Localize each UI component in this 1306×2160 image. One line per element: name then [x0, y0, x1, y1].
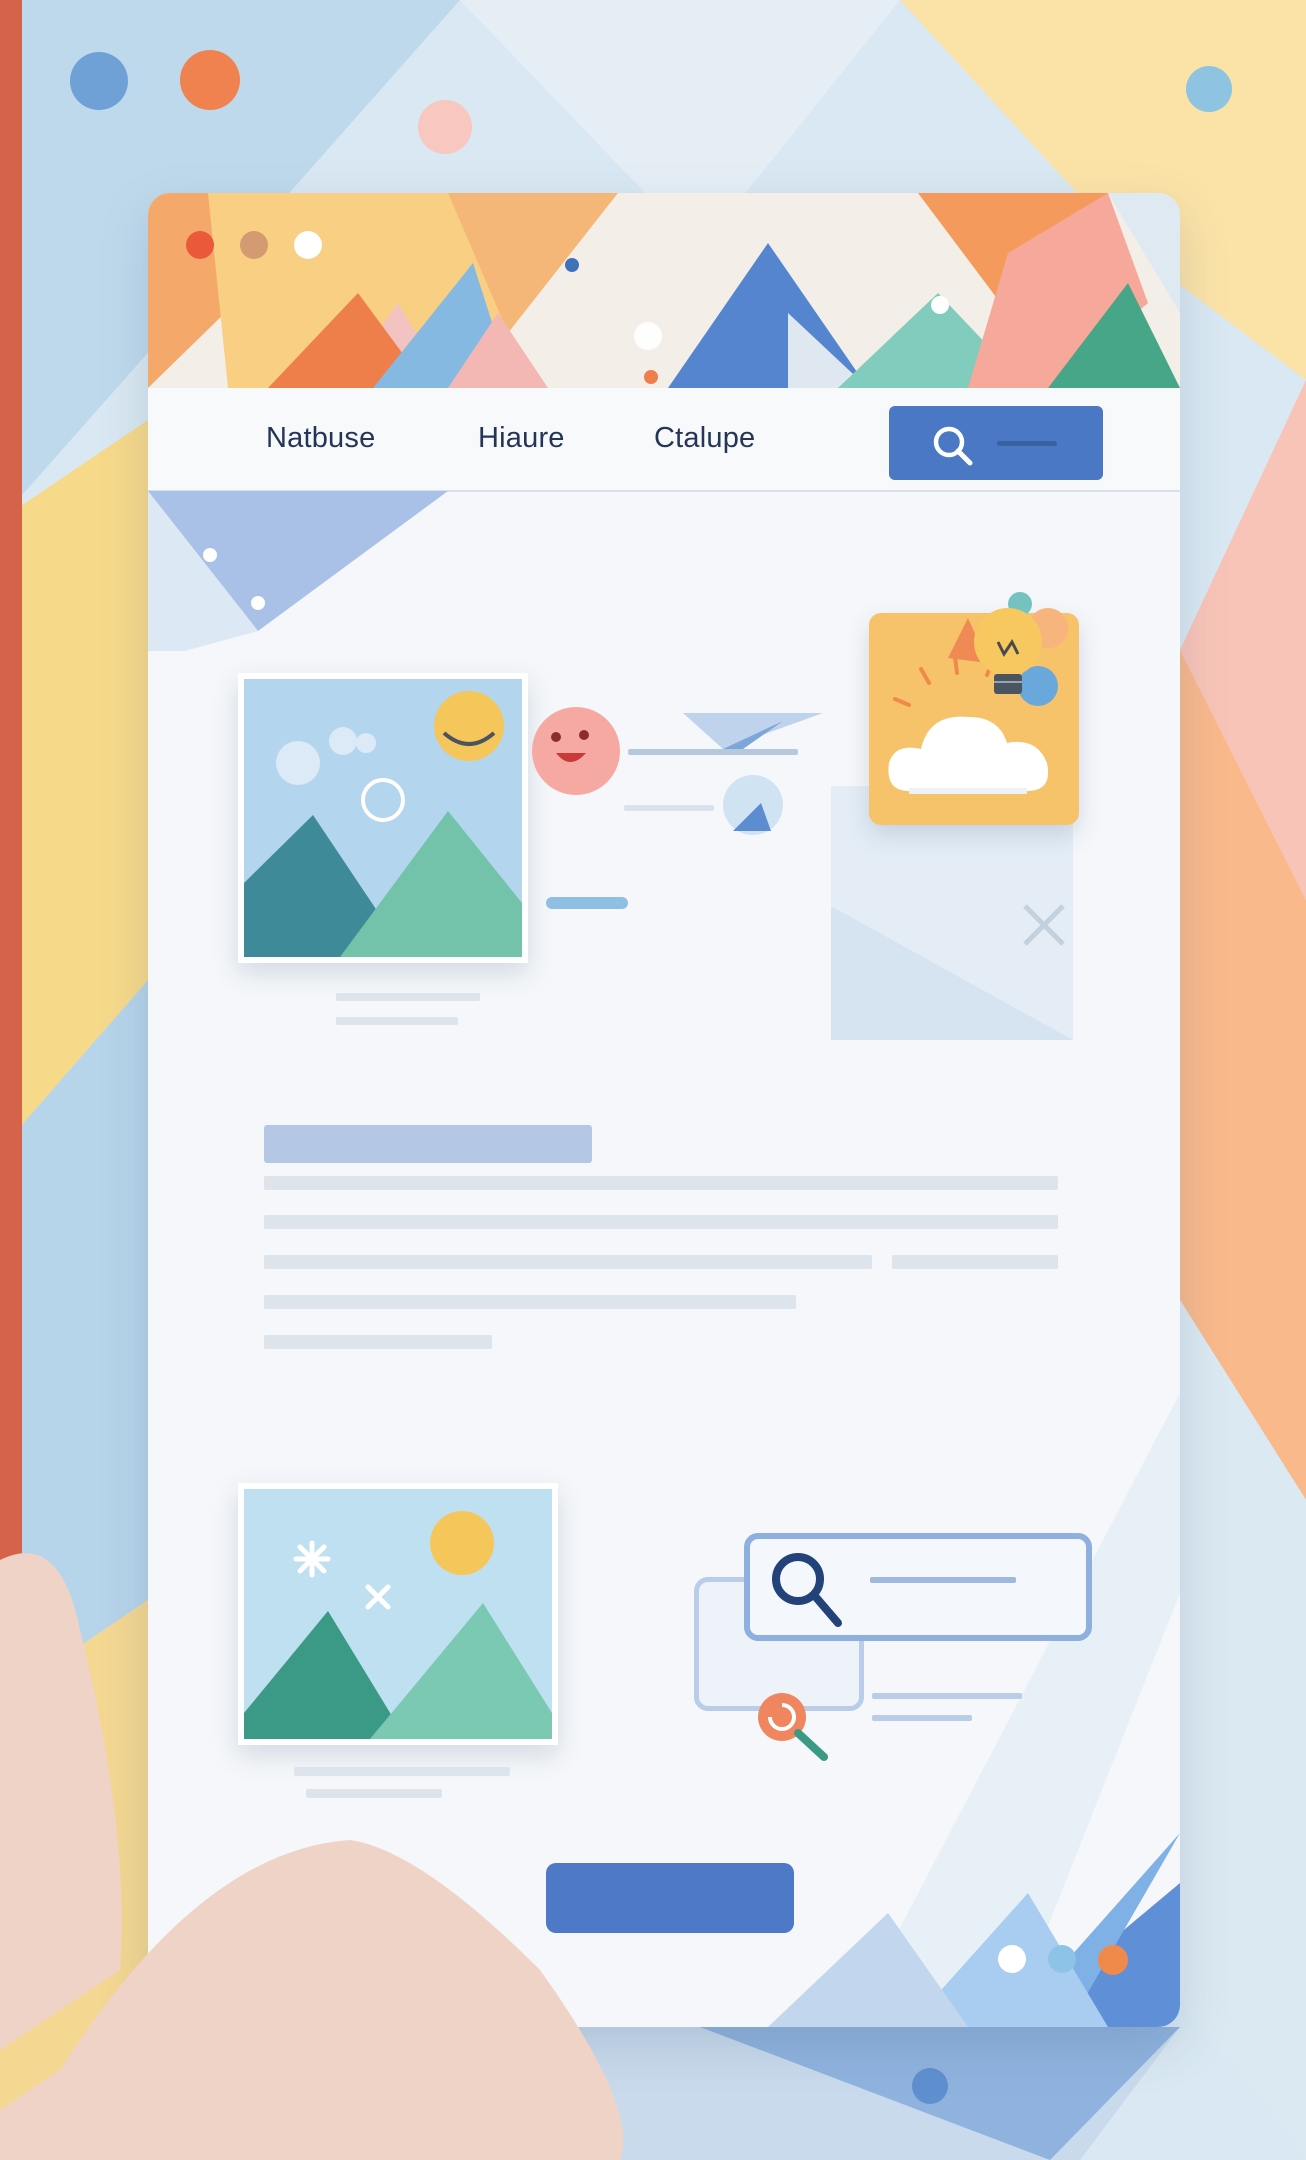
- left-accent-strip: [0, 0, 22, 1560]
- text-line: [264, 1295, 796, 1309]
- pagination-dot[interactable]: [998, 1945, 1026, 1973]
- header-banner: [148, 193, 1180, 388]
- window-maximize-dot[interactable]: [294, 231, 322, 259]
- window-minimize-dot[interactable]: [240, 231, 268, 259]
- hero-image-card[interactable]: [238, 673, 528, 963]
- image-icon: [244, 679, 522, 957]
- pagination-dot[interactable]: [1048, 1945, 1076, 1973]
- text-line: [264, 1176, 1058, 1190]
- decor-dot: [912, 2068, 948, 2104]
- text-line: [264, 1335, 492, 1349]
- smiley-icon: [532, 707, 620, 795]
- hero-corner-shape: [148, 491, 448, 651]
- nav-link-ctalupe[interactable]: Ctalupe: [654, 422, 755, 455]
- caption-line: [336, 993, 480, 1001]
- result-line: [872, 1715, 972, 1721]
- lightbulb-icon: [948, 592, 1068, 706]
- decor-dot: [1186, 66, 1232, 112]
- text-line: [264, 1215, 1058, 1229]
- search-button[interactable]: [889, 406, 1103, 480]
- link-bar[interactable]: [546, 897, 628, 909]
- foreground-blob: [0, 1553, 624, 2160]
- decor-dot: [180, 50, 240, 110]
- decor-dot: [418, 100, 472, 154]
- pagination-dot-active[interactable]: [1098, 1945, 1128, 1975]
- text-line: [264, 1255, 872, 1269]
- magnifier-refresh-icon: [758, 1693, 828, 1761]
- paper-plane-icon: [683, 713, 823, 835]
- nav-link-hiaure[interactable]: Hiaure: [478, 422, 565, 455]
- decor-dot: [70, 52, 128, 110]
- result-line: [872, 1693, 1022, 1699]
- window-close-dot[interactable]: [186, 231, 214, 259]
- caption-line: [336, 1017, 458, 1025]
- search-query-line: [870, 1577, 1016, 1583]
- search-icon: [933, 426, 973, 466]
- search-card[interactable]: [744, 1533, 1092, 1641]
- search-placeholder-bar: [997, 441, 1057, 446]
- search-icon: [772, 1553, 842, 1627]
- nav-link-natbuse[interactable]: Natbuse: [266, 422, 375, 455]
- section-heading-bar: [264, 1125, 592, 1163]
- text-line: [892, 1255, 1058, 1269]
